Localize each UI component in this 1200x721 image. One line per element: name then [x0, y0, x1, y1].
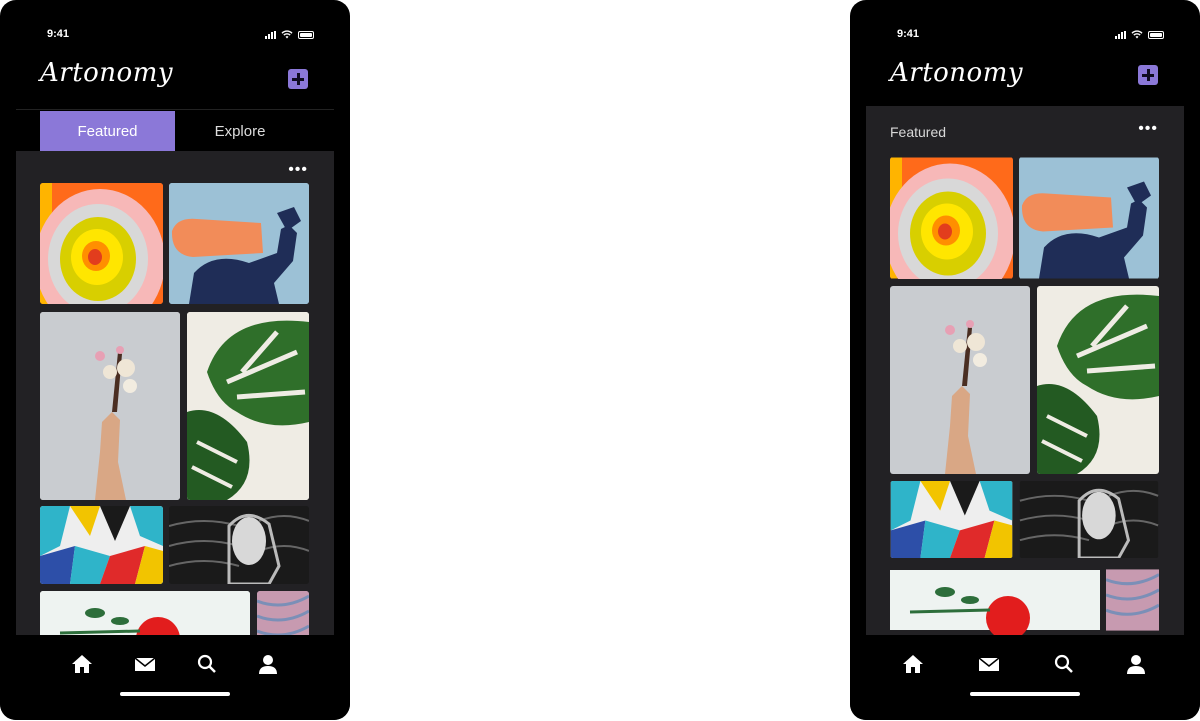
battery-icon [1148, 30, 1164, 39]
wifi-icon [281, 30, 293, 39]
artwork-orange-cone-figure[interactable] [169, 183, 309, 304]
bottom-nav [850, 635, 1200, 720]
add-button[interactable] [288, 69, 308, 89]
artwork-pink-marble[interactable] [1106, 565, 1159, 635]
phone-right: 9:41 Artonomy Featured ••• [850, 0, 1200, 720]
artwork-geometric-abstract[interactable] [40, 506, 163, 584]
search-icon[interactable] [196, 653, 218, 675]
profile-icon[interactable] [257, 653, 279, 675]
mail-icon[interactable] [978, 653, 1000, 675]
artwork-monstera-leaves[interactable] [187, 312, 309, 500]
artwork-concentric-circles[interactable] [40, 183, 163, 304]
profile-icon[interactable] [1125, 653, 1147, 675]
artwork-hand-with-flower[interactable] [890, 286, 1030, 474]
artwork-woman-sketch[interactable] [1019, 481, 1159, 558]
home-indicator [120, 692, 230, 696]
artwork-hand-with-flower[interactable] [40, 312, 180, 500]
status-time: 9:41 [897, 28, 920, 40]
status-icons [1115, 30, 1164, 39]
artwork-geometric-abstract[interactable] [890, 481, 1013, 558]
artwork-grid: ••• [16, 151, 334, 635]
more-options-button[interactable]: ••• [288, 161, 308, 179]
phone-left: 9:41 Artonomy Featured Explore ••• [0, 0, 350, 720]
app-logo: Artonomy [890, 58, 1024, 88]
home-icon[interactable] [902, 653, 924, 675]
signal-icon [1115, 30, 1126, 39]
signal-icon [265, 30, 276, 39]
artwork-monstera-leaves[interactable] [1037, 286, 1159, 474]
search-icon[interactable] [1053, 653, 1075, 675]
section-title: Featured [890, 124, 947, 140]
home-icon[interactable] [71, 653, 93, 675]
artwork-pink-marble[interactable] [257, 591, 309, 635]
tab-featured[interactable]: Featured [40, 111, 175, 151]
tab-explore[interactable]: Explore [175, 111, 305, 151]
more-options-button[interactable]: ••• [1138, 120, 1158, 138]
status-time: 9:41 [47, 28, 70, 40]
home-indicator [970, 692, 1080, 696]
mail-icon[interactable] [134, 653, 156, 675]
artwork-orange-cone-figure[interactable] [1019, 157, 1159, 279]
artwork-flower-red-bowl[interactable] [890, 565, 1100, 635]
bottom-nav [0, 635, 350, 720]
status-icons [265, 30, 314, 39]
artwork-woman-sketch[interactable] [169, 506, 309, 584]
tab-bar: Featured Explore [16, 109, 334, 152]
artwork-concentric-circles[interactable] [890, 157, 1013, 279]
battery-icon [298, 30, 314, 39]
wifi-icon [1131, 30, 1143, 39]
artwork-flower-red-bowl[interactable] [40, 591, 250, 635]
artwork-grid: Featured ••• [866, 106, 1184, 635]
add-button[interactable] [1138, 65, 1158, 85]
app-logo: Artonomy [40, 58, 174, 88]
